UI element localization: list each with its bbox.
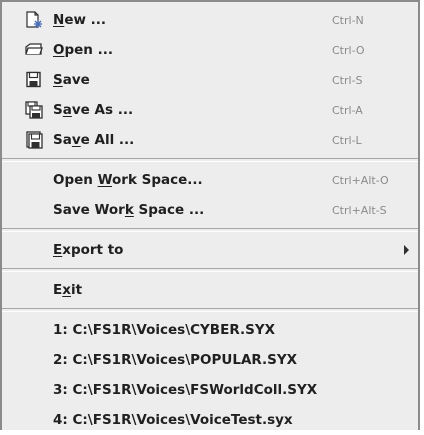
menu-item-exit-label: Exit — [53, 282, 83, 298]
recent-file-item[interactable]: 3: C:\FS1R\Voices\FSWorldColl.SYX — [2, 375, 418, 405]
new-file-icon — [24, 11, 44, 29]
recent-file-item[interactable]: 1: C:\FS1R\Voices\CYBER.SYX — [2, 315, 418, 345]
menu-item-save-shortcut: Ctrl-S — [332, 73, 363, 87]
menu-item-save-as-label: Save As ... — [53, 102, 134, 118]
menu-item-exit[interactable]: Exit — [2, 275, 418, 305]
menu-item-save-all-label: Save All ... — [53, 132, 135, 148]
menu-separator — [2, 308, 418, 312]
menu-item-new-label: New ... — [53, 12, 107, 28]
recent-file-label: 1: C:\FS1R\Voices\CYBER.SYX — [53, 322, 276, 338]
menu-separator — [2, 228, 418, 232]
floppy-disk-save-as-icon — [24, 101, 44, 119]
recent-file-item[interactable]: 2: C:\FS1R\Voices\POPULAR.SYX — [2, 345, 418, 375]
menu-item-save[interactable]: Save Ctrl-S — [2, 65, 418, 95]
menu-item-open[interactable]: Open ... Ctrl-O — [2, 35, 418, 65]
menu-item-open-workspace[interactable]: Open Work Space... Ctrl+Alt-O — [2, 165, 418, 195]
floppy-disk-save-all-icon — [24, 131, 44, 149]
menu-item-open-workspace-shortcut: Ctrl+Alt-O — [332, 173, 389, 187]
menu-item-save-all[interactable]: Save All ... Ctrl-L — [2, 125, 418, 155]
menu-item-save-label: Save — [53, 72, 90, 88]
file-menu: New ... Ctrl-N Open ... Ctrl-O Save Ctrl… — [0, 0, 420, 430]
menu-item-save-as[interactable]: Save As ... Ctrl-A — [2, 95, 418, 125]
recent-file-label: 2: C:\FS1R\Voices\POPULAR.SYX — [53, 352, 298, 368]
submenu-arrow-icon — [404, 245, 409, 255]
menu-item-open-shortcut: Ctrl-O — [332, 43, 365, 57]
menu-item-save-workspace-shortcut: Ctrl+Alt-S — [332, 203, 387, 217]
menu-item-export-to[interactable]: Export to — [2, 235, 418, 265]
menu-item-new-shortcut: Ctrl-N — [332, 13, 364, 27]
menu-separator — [2, 268, 418, 272]
floppy-disk-icon — [24, 71, 44, 89]
menu-item-save-as-shortcut: Ctrl-A — [332, 103, 363, 117]
menu-item-save-workspace-label: Save Work Space ... — [53, 202, 205, 218]
open-folder-icon — [24, 41, 44, 59]
menu-item-save-all-shortcut: Ctrl-L — [332, 133, 362, 147]
menu-item-open-label: Open ... — [53, 42, 113, 58]
menu-item-open-workspace-label: Open Work Space... — [53, 172, 203, 188]
menu-item-save-workspace[interactable]: Save Work Space ... Ctrl+Alt-S — [2, 195, 418, 225]
menu-separator — [2, 158, 418, 162]
menu-item-new[interactable]: New ... Ctrl-N — [2, 5, 418, 35]
recent-file-item[interactable]: 4: C:\FS1R\Voices\VoiceTest.syx — [2, 405, 418, 435]
recent-file-label: 3: C:\FS1R\Voices\FSWorldColl.SYX — [53, 382, 318, 398]
menu-item-export-to-label: Export to — [53, 242, 124, 258]
